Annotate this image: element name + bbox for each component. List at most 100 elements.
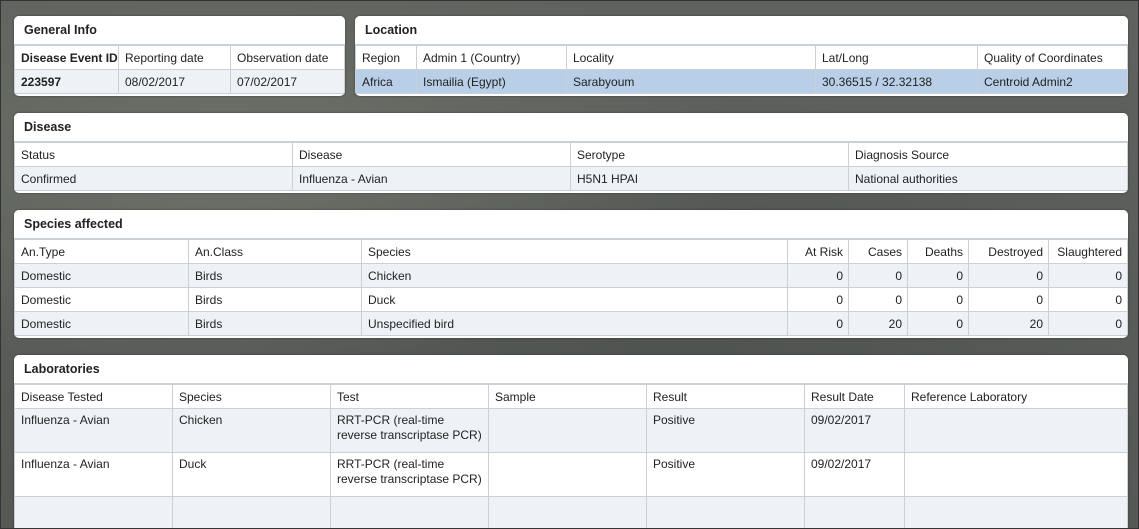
table-row[interactable]: Influenza - Avian Duck RRT-PCR (real-tim… <box>14 452 1128 497</box>
reference-laboratory <box>904 408 1128 453</box>
header-observation-date: Observation date <box>230 45 345 70</box>
table-row[interactable]: Domestic Birds Duck 0 0 0 0 0 <box>14 287 1128 312</box>
at-risk: 0 <box>787 263 849 288</box>
header-latlong: Lat/Long <box>815 45 978 70</box>
header-disease-event-id: Disease Event ID <box>14 45 119 70</box>
header-region: Region <box>355 45 417 70</box>
disease-panel: Disease Status Disease Serotype Diagnosi… <box>14 113 1128 193</box>
cases: 0 <box>848 287 908 312</box>
deaths: 0 <box>907 311 969 336</box>
species-table: An.Type An.Class Species At Risk Cases D… <box>14 239 1128 336</box>
location-row[interactable]: Africa Ismailia (Egypt) Sarabyoum 30.365… <box>355 69 1128 94</box>
laboratories-table: Disease Tested Species Test Sample Resul… <box>14 384 1128 529</box>
header-destroyed: Destroyed <box>968 239 1049 264</box>
header-disease: Disease <box>292 142 571 167</box>
an-type: Domestic <box>14 311 189 336</box>
header-deaths: Deaths <box>907 239 969 264</box>
empty-cell <box>14 496 173 529</box>
at-risk: 0 <box>787 287 849 312</box>
table-row <box>14 496 1128 529</box>
location-title: Location <box>355 16 1128 45</box>
disease-table: Status Disease Serotype Diagnosis Source… <box>14 142 1128 191</box>
header-result: Result <box>646 384 805 409</box>
status: Confirmed <box>14 166 293 191</box>
quality-of-coordinates: Centroid Admin2 <box>977 69 1128 94</box>
general-info-table: Disease Event ID Reporting date Observat… <box>14 45 345 94</box>
header-quality: Quality of Coordinates <box>977 45 1128 70</box>
region: Africa <box>355 69 417 94</box>
cases: 0 <box>848 263 908 288</box>
empty-cell <box>904 496 1128 529</box>
sample <box>488 452 647 497</box>
header-serotype: Serotype <box>570 142 849 167</box>
species-title: Species affected <box>14 210 1128 239</box>
empty-cell <box>804 496 905 529</box>
disease-event-id: 223597 <box>14 69 119 94</box>
disease-tested: Influenza - Avian <box>14 452 173 497</box>
an-class: Birds <box>188 287 362 312</box>
header-diagnosis-source: Diagnosis Source <box>848 142 1128 167</box>
deaths: 0 <box>907 287 969 312</box>
header-result-date: Result Date <box>804 384 905 409</box>
header-species: Species <box>361 239 788 264</box>
deaths: 0 <box>907 263 969 288</box>
locality: Sarabyoum <box>566 69 816 94</box>
empty-cell <box>488 496 647 529</box>
empty-cell <box>646 496 805 529</box>
slaughtered: 0 <box>1048 263 1128 288</box>
an-type: Domestic <box>14 287 189 312</box>
header-slaughtered: Slaughtered <box>1048 239 1128 264</box>
destroyed: 20 <box>968 311 1049 336</box>
lab-species: Duck <box>172 452 331 497</box>
table-row[interactable]: Influenza - Avian Chicken RRT-PCR (real-… <box>14 408 1128 453</box>
species-panel: Species affected An.Type An.Class Specie… <box>14 210 1128 338</box>
header-lab-species: Species <box>172 384 331 409</box>
lat-long: 30.36515 / 32.32138 <box>815 69 978 94</box>
header-admin1: Admin 1 (Country) <box>416 45 567 70</box>
empty-cell <box>330 496 489 529</box>
table-row[interactable]: Domestic Birds Unspecified bird 0 20 0 2… <box>14 311 1128 336</box>
result-date: 09/02/2017 <box>804 408 905 453</box>
slaughtered: 0 <box>1048 311 1128 336</box>
reference-laboratory <box>904 452 1128 497</box>
laboratories-panel: Laboratories Disease Tested Species Test… <box>14 355 1128 529</box>
observation-date: 07/02/2017 <box>230 69 345 94</box>
an-class: Birds <box>188 263 362 288</box>
lab-species: Chicken <box>172 408 331 453</box>
test: RRT-PCR (real-time reverse transcriptase… <box>330 408 489 453</box>
species-name: Duck <box>361 287 788 312</box>
cases: 20 <box>848 311 908 336</box>
an-class: Birds <box>188 311 362 336</box>
header-status: Status <box>14 142 293 167</box>
reporting-date: 08/02/2017 <box>118 69 231 94</box>
sample <box>488 408 647 453</box>
admin1-country: Ismailia (Egypt) <box>416 69 567 94</box>
header-sample: Sample <box>488 384 647 409</box>
header-locality: Locality <box>566 45 816 70</box>
laboratories-title: Laboratories <box>14 355 1128 384</box>
header-reference-laboratory: Reference Laboratory <box>904 384 1128 409</box>
general-info-title: General Info <box>14 16 345 45</box>
disease-tested: Influenza - Avian <box>14 408 173 453</box>
location-table: Region Admin 1 (Country) Locality Lat/Lo… <box>355 45 1128 94</box>
result-date: 09/02/2017 <box>804 452 905 497</box>
header-an-type: An.Type <box>14 239 189 264</box>
disease-name: Influenza - Avian <box>292 166 571 191</box>
an-type: Domestic <box>14 263 189 288</box>
disease-title: Disease <box>14 113 1128 142</box>
empty-cell <box>172 496 331 529</box>
species-name: Chicken <box>361 263 788 288</box>
slaughtered: 0 <box>1048 287 1128 312</box>
header-at-risk: At Risk <box>787 239 849 264</box>
location-panel: Location Region Admin 1 (Country) Locali… <box>355 16 1128 96</box>
table-row[interactable]: Domestic Birds Chicken 0 0 0 0 0 <box>14 263 1128 288</box>
destroyed: 0 <box>968 263 1049 288</box>
destroyed: 0 <box>968 287 1049 312</box>
general-info-panel: General Info Disease Event ID Reporting … <box>14 16 345 96</box>
diagnosis-source: National authorities <box>848 166 1128 191</box>
header-test: Test <box>330 384 489 409</box>
result: Positive <box>646 452 805 497</box>
header-an-class: An.Class <box>188 239 362 264</box>
test: RRT-PCR (real-time reverse transcriptase… <box>330 452 489 497</box>
header-disease-tested: Disease Tested <box>14 384 173 409</box>
